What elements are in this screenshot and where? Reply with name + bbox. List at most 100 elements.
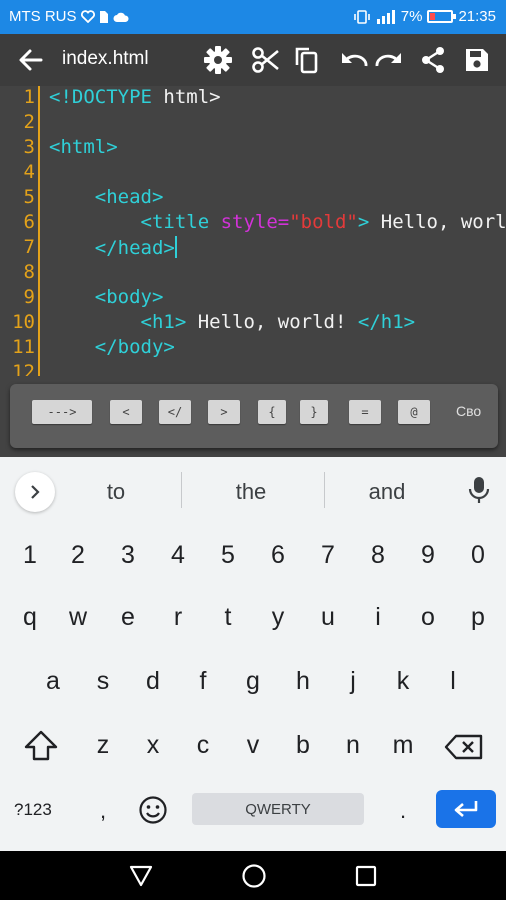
key-a[interactable]: a: [33, 667, 73, 696]
key-1[interactable]: 1: [10, 541, 50, 570]
suggestion-word[interactable]: the: [211, 479, 291, 505]
code-token: <title: [140, 211, 210, 233]
suggestion-word[interactable]: and: [347, 479, 427, 505]
key-h[interactable]: h: [283, 667, 323, 696]
code-line-11[interactable]: </body>: [49, 336, 175, 358]
key-8[interactable]: 8: [358, 541, 398, 570]
code-editor[interactable]: 1 2 3 4 5 6 7 8 9 10 11 12 <!DOCTYPE htm…: [0, 86, 506, 376]
key-z[interactable]: z: [83, 731, 123, 760]
key-w[interactable]: w: [58, 603, 98, 632]
key-d[interactable]: d: [133, 667, 173, 696]
key-b[interactable]: b: [283, 731, 323, 760]
code-token: <head>: [94, 186, 164, 208]
status-bar: MTS RUS 7% 21:35: [0, 0, 506, 34]
backspace-icon[interactable]: [444, 733, 484, 761]
line-number: 6: [23, 211, 35, 233]
code-line-1[interactable]: <!DOCTYPE html>: [49, 86, 221, 108]
key-2[interactable]: 2: [58, 541, 98, 570]
symbols-key[interactable]: ?123: [14, 800, 52, 820]
key-y[interactable]: y: [258, 603, 298, 632]
line-number: 11: [12, 336, 35, 358]
back-icon[interactable]: [16, 45, 46, 75]
app-toolbar: index.html: [0, 34, 506, 86]
key-x[interactable]: x: [133, 731, 173, 760]
key-6[interactable]: 6: [258, 541, 298, 570]
key-4[interactable]: 4: [158, 541, 198, 570]
key-e[interactable]: e: [108, 603, 148, 632]
snippet-rbrace-button[interactable]: }: [300, 400, 328, 424]
copy-icon[interactable]: [290, 43, 324, 77]
code-token: </head>: [94, 237, 175, 259]
enter-key[interactable]: [436, 790, 496, 828]
key-3[interactable]: 3: [108, 541, 148, 570]
gear-icon[interactable]: [201, 43, 235, 77]
vibrate-icon: [353, 9, 370, 24]
code-line-3[interactable]: <html>: [49, 136, 118, 158]
snippet-gt-button[interactable]: >: [208, 400, 240, 424]
home-circle-icon[interactable]: [240, 862, 268, 890]
key-m[interactable]: m: [383, 731, 423, 760]
redo-icon[interactable]: [371, 43, 405, 77]
code-token: <!DOCTYPE: [49, 86, 152, 108]
key-9[interactable]: 9: [408, 541, 448, 570]
key-j[interactable]: j: [333, 667, 373, 696]
key-k[interactable]: k: [383, 667, 423, 696]
microphone-icon[interactable]: [466, 475, 492, 505]
snippet-arrow-button[interactable]: --->: [32, 400, 92, 424]
snippet-close-tag-button[interactable]: </: [159, 400, 191, 424]
snippet-lbrace-button[interactable]: {: [258, 400, 286, 424]
heart-icon: [80, 10, 95, 23]
key-o[interactable]: o: [408, 603, 448, 632]
key-n[interactable]: n: [333, 731, 373, 760]
scissors-icon[interactable]: [249, 43, 283, 77]
line-number: 12: [12, 361, 35, 376]
shift-icon[interactable]: [23, 729, 59, 763]
file-name-title: index.html: [62, 48, 149, 69]
suggestion-word[interactable]: to: [76, 479, 156, 505]
key-i[interactable]: i: [358, 603, 398, 632]
key-l[interactable]: l: [433, 667, 473, 696]
code-token: <body>: [94, 286, 164, 308]
save-icon[interactable]: [460, 43, 494, 77]
space-bar[interactable]: QWERTY: [192, 793, 364, 825]
snippet-at-button[interactable]: @: [398, 400, 430, 424]
sim-icon: [99, 10, 108, 23]
back-triangle-icon[interactable]: [127, 862, 155, 890]
line-number: 8: [23, 261, 35, 283]
enter-icon: [454, 801, 478, 817]
code-line-6[interactable]: <title style="bold"> Hello, world!: [49, 211, 506, 233]
code-line-9[interactable]: <body>: [49, 286, 164, 308]
key-q[interactable]: q: [10, 603, 50, 632]
share-icon[interactable]: [416, 43, 450, 77]
snippet-custom-button[interactable]: Сво: [456, 403, 481, 419]
undo-icon[interactable]: [338, 43, 372, 77]
emoji-icon[interactable]: [137, 794, 169, 826]
key-s[interactable]: s: [83, 667, 123, 696]
key-p[interactable]: p: [458, 603, 498, 632]
key-7[interactable]: 7: [308, 541, 348, 570]
chevron-right-icon[interactable]: [15, 472, 55, 512]
key-period[interactable]: .: [383, 798, 423, 824]
code-line-5[interactable]: <head>: [49, 186, 164, 208]
code-line-10[interactable]: <h1> Hello, world! </h1>: [49, 311, 416, 333]
code-string: "bold": [289, 211, 358, 233]
key-g[interactable]: g: [233, 667, 273, 696]
code-line-7[interactable]: </head>: [49, 236, 177, 259]
key-c[interactable]: c: [183, 731, 223, 760]
key-comma[interactable]: ,: [83, 798, 123, 824]
key-t[interactable]: t: [208, 603, 248, 632]
recents-square-icon[interactable]: [352, 862, 380, 890]
line-number: 10: [12, 311, 35, 333]
code-attribute: style=: [209, 211, 290, 233]
carrier-label: MTS RUS: [9, 8, 77, 25]
key-u[interactable]: u: [308, 603, 348, 632]
key-r[interactable]: r: [158, 603, 198, 632]
code-token: <h1>: [140, 311, 187, 333]
snippet-lt-button[interactable]: <: [110, 400, 142, 424]
key-0[interactable]: 0: [458, 541, 498, 570]
snippet-equals-button[interactable]: =: [349, 400, 381, 424]
soft-keyboard: to the and 1 2 3 4 5 6 7 8 9 0 q w e r t…: [0, 457, 506, 851]
key-f[interactable]: f: [183, 667, 223, 696]
key-v[interactable]: v: [233, 731, 273, 760]
key-5[interactable]: 5: [208, 541, 248, 570]
